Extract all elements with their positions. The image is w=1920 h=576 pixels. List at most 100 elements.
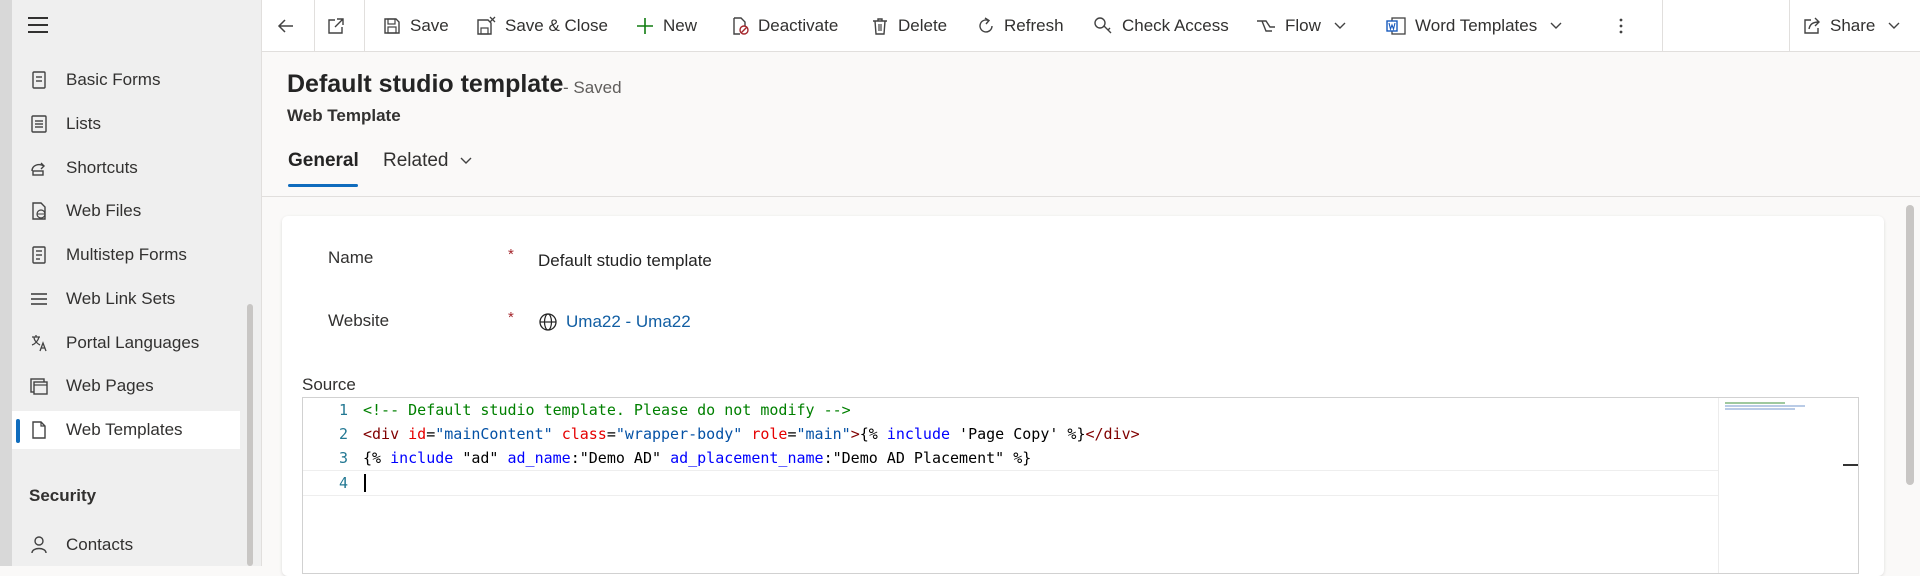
record-title: Default studio template [287,70,564,98]
flow-menu-button[interactable]: Flow [1255,0,1347,51]
sidebar-item-label: Web Link Sets [66,289,176,308]
back-arrow-icon [277,18,293,33]
web-link-sets-icon [31,293,47,305]
entity-name: Web Template [287,106,401,125]
sidebar-item-label: Portal Languages [66,333,200,352]
sidebar-item-web-link-sets[interactable]: Web Link Sets [12,280,240,318]
globe-icon [539,313,557,331]
line-number: 3 [338,449,348,467]
word-templates-menu-button[interactable]: Word Templates [1385,0,1563,51]
sidebar-item-label: Shortcuts [66,158,138,177]
more-commands-button[interactable] [1611,0,1639,51]
lists-icon [31,115,47,133]
deactivate-icon [733,16,749,35]
deactivate-label: Deactivate [758,15,839,35]
source-label: Source [302,375,356,394]
text-cursor [364,474,366,492]
source-code-editor[interactable]: 1 <!-- Default studio template. Please do… [302,397,1859,574]
chevron-down-icon [1550,22,1562,29]
web-pages-icon [30,378,48,395]
save-icon [384,17,400,34]
editor-scroll-indicator[interactable] [1843,464,1858,466]
main-scrollbar[interactable] [1906,205,1914,485]
sidebar-item-label: Lists [66,114,101,133]
shortcuts-icon [31,162,45,176]
delete-label: Delete [898,15,948,35]
website-value: Uma22 - Uma22 [566,312,691,331]
tab-general[interactable]: General [288,150,359,172]
sidebar-item-label: Web Templates [66,420,183,439]
sidebar-item-label: Web Pages [66,376,154,395]
sidebar-item-shortcuts[interactable]: Shortcuts [12,149,240,187]
tab-related-label: Related [383,150,449,171]
sidebar-item-portal-languages[interactable]: Portal Languages [12,324,240,362]
word-templates-label: Word Templates [1415,15,1538,35]
chevron-down-icon [460,157,471,164]
header-divider [262,196,1920,197]
chevron-down-icon [1334,22,1346,29]
word-icon [1386,16,1406,35]
share-menu-button[interactable]: Share [1802,0,1901,51]
editor-line[interactable]: 2 <div id="mainContent" class="wrapper-bo… [303,422,1718,446]
sidebar-item-label: Multistep Forms [66,245,187,264]
portal-languages-icon [31,335,47,352]
command-bar: Save Save & Close New Deactivate Delete … [262,0,1920,52]
editor-line[interactable]: 4 [303,470,1718,496]
line-number: 4 [338,474,348,492]
editor-line[interactable]: 3 {% include "ad" ad_name:"Demo AD" ad_pl… [303,446,1718,470]
check-access-icon [1094,16,1112,33]
sidebar-item-label: Contacts [66,535,134,554]
check-access-label: Check Access [1122,15,1229,35]
multistep-forms-icon [32,246,46,264]
editor-minimap[interactable] [1718,398,1858,573]
required-indicator: * [508,246,514,263]
more-vertical-icon [1619,18,1623,33]
website-lookup-link[interactable]: Uma22 - Uma22 [538,312,691,332]
tab-general-label: General [288,150,359,171]
save-close-icon [477,16,496,35]
required-indicator: * [508,309,514,326]
contacts-icon [31,536,47,554]
editor-line[interactable]: 1 <!-- Default studio template. Please do… [303,398,1718,422]
web-files-icon [32,202,46,220]
back-button[interactable] [276,0,304,51]
deactivate-button[interactable]: Deactivate [730,0,838,51]
tab-related[interactable]: Related [383,150,473,172]
refresh-icon [979,16,993,33]
refresh-label: Refresh [1004,15,1064,35]
save-button[interactable]: Save [382,0,449,51]
sidebar-item-multistep-forms[interactable]: Multistep Forms [12,236,240,274]
sidebar-item-web-files[interactable]: Web Files [12,192,240,230]
pop-out-icon [328,17,344,34]
save-and-close-button[interactable]: Save & Close [475,0,608,51]
refresh-button[interactable]: Refresh [976,0,1064,51]
active-indicator [16,419,20,443]
web-templates-icon [32,421,46,439]
check-access-button[interactable]: Check Access [1092,0,1229,51]
delete-button[interactable]: Delete [870,0,947,51]
sidebar-item-contacts[interactable]: Contacts [12,526,240,564]
sidebar-item-web-templates[interactable]: Web Templates [12,411,240,449]
plus-icon [637,17,653,34]
open-in-new-window-button[interactable] [326,0,354,51]
sidebar-section-security: Security [29,486,97,505]
sidebar-item-lists[interactable]: Lists [12,105,240,143]
sidebar-item-web-pages[interactable]: Web Pages [12,367,240,405]
name-label: Name [328,248,374,267]
basic-forms-icon [32,71,46,89]
sidebar-item-basic-forms[interactable]: Basic Forms [12,61,240,99]
save-close-label: Save & Close [505,15,608,35]
new-label: New [663,15,698,35]
sidebar-scrollbar[interactable] [247,304,253,566]
hamburger-menu-icon[interactable] [28,14,52,36]
flow-label: Flow [1285,15,1321,35]
line-number: 1 [338,401,348,419]
save-label: Save [410,15,449,35]
name-field[interactable]: Default studio template [538,251,712,271]
tab-selected-indicator [288,184,358,187]
line-code: {% include "ad" ad_name:"Demo AD" ad_pla… [363,449,1032,467]
new-button[interactable]: New [635,0,697,51]
save-status: - Saved [563,78,622,97]
sitemap-sidebar: Basic Forms Lists Shortcuts Web Files Mu… [12,0,262,566]
sidebar-item-label: Web Files [66,201,142,220]
